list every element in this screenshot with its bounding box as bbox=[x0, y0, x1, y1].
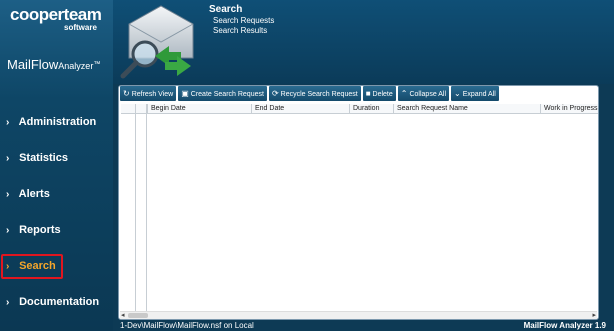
product-tm: ™ bbox=[93, 61, 101, 68]
grid-header: Begin Date End Date Duration Search Requ… bbox=[121, 104, 598, 114]
sidebar-item-label: Administration bbox=[18, 116, 97, 128]
sidebar-item-label: Alerts bbox=[18, 188, 50, 200]
sidebar-item-alerts[interactable]: › Alerts bbox=[0, 181, 113, 207]
toolbar: ↻ Refresh View ▣ Create Search Request ⟳ Re… bbox=[119, 86, 598, 102]
horizontal-scrollbar[interactable]: ◂ ▸ bbox=[120, 311, 597, 319]
collapse-label: Collapse All bbox=[409, 91, 447, 98]
create-label: Create Search Request bbox=[190, 91, 264, 98]
mail-search-icon bbox=[115, 2, 197, 85]
chevron-right-icon: › bbox=[6, 117, 10, 128]
sidebar-item-label: Reports bbox=[19, 224, 61, 236]
collapse-all-button[interactable]: ⌃ Collapse All bbox=[397, 86, 450, 101]
recycle-search-request-button[interactable]: ⟳ Recycle Search Request bbox=[268, 86, 361, 101]
product-main: MailFlow bbox=[7, 57, 59, 72]
version-label: MailFlow Analyzer 1.9 bbox=[523, 321, 606, 330]
link-search-requests[interactable]: Search Requests bbox=[213, 16, 274, 25]
trash-icon: ■ bbox=[365, 89, 371, 98]
refresh-label: Refresh View bbox=[131, 91, 174, 98]
scrollbar-thumb[interactable] bbox=[128, 313, 148, 318]
refresh-view-button[interactable]: ↻ Refresh View bbox=[120, 86, 177, 101]
status-bar: 1-Dev\MailFlow\MailFlow.nsf on Local Mai… bbox=[113, 320, 614, 331]
column-header-duration[interactable]: Duration bbox=[349, 104, 393, 114]
column-header-begin-date[interactable]: Begin Date bbox=[147, 104, 251, 114]
chevron-right-icon: › bbox=[6, 153, 10, 164]
chevron-up-icon: ⌃ bbox=[400, 89, 408, 98]
sidebar-item-statistics[interactable]: › Statistics bbox=[0, 145, 113, 171]
chevron-right-icon: › bbox=[6, 189, 10, 200]
sidebar-item-administration[interactable]: › Administration bbox=[0, 109, 113, 135]
sidebar-item-label: Search bbox=[19, 260, 56, 272]
logo-subtitle: software bbox=[64, 23, 97, 32]
sidebar-item-documentation[interactable]: › Documentation bbox=[0, 289, 113, 315]
database-path: 1-Dev\MailFlow\MailFlow.nsf on Local bbox=[120, 321, 254, 330]
new-document-icon: ▣ bbox=[181, 89, 189, 98]
cooperteam-logo: cooperteam bbox=[10, 5, 102, 24]
column-header-end-date[interactable]: End Date bbox=[251, 104, 349, 114]
chevron-right-icon: › bbox=[6, 261, 10, 272]
grid-divider bbox=[146, 104, 147, 311]
expand-label: Expand All bbox=[462, 91, 496, 98]
header: Search Search Requests Search Results bbox=[113, 0, 614, 84]
delete-button[interactable]: ■ Delete bbox=[362, 86, 396, 101]
grid-divider bbox=[135, 104, 136, 311]
chevron-right-icon: › bbox=[6, 297, 10, 308]
sidebar-item-label: Statistics bbox=[19, 152, 68, 164]
delete-label: Delete bbox=[372, 91, 393, 98]
sidebar-item-label: Documentation bbox=[19, 296, 100, 308]
recycle-icon: ⟳ bbox=[271, 89, 279, 98]
scroll-left-icon[interactable]: ◂ bbox=[121, 311, 125, 319]
column-header-search-request-name[interactable]: Search Request Name bbox=[393, 104, 527, 114]
chevron-right-icon: › bbox=[6, 225, 10, 236]
link-search-results[interactable]: Search Results bbox=[213, 26, 267, 35]
expand-all-button[interactable]: ⌄ Expand All bbox=[451, 86, 499, 101]
scroll-right-icon[interactable]: ▸ bbox=[592, 311, 596, 319]
create-search-request-button[interactable]: ▣ Create Search Request bbox=[178, 86, 267, 101]
sidebar-item-search[interactable]: › Search bbox=[0, 253, 113, 279]
refresh-icon: ↻ bbox=[123, 89, 130, 98]
chevron-down-icon: ⌄ bbox=[454, 89, 461, 98]
sidebar: cooperteam software MailFlowAnalyzer™ › … bbox=[0, 0, 113, 331]
recycle-label: Recycle Search Request bbox=[280, 91, 358, 98]
column-header-work-in-progress[interactable]: Work in Progress bbox=[540, 104, 598, 114]
product-sub: Analyzer bbox=[58, 61, 94, 71]
product-name: MailFlowAnalyzer™ bbox=[7, 58, 100, 73]
content-panel: ↻ Refresh View ▣ Create Search Request ⟳ Re… bbox=[118, 85, 599, 320]
sidebar-item-reports[interactable]: › Reports bbox=[0, 217, 113, 243]
page-title: Search bbox=[209, 4, 243, 15]
